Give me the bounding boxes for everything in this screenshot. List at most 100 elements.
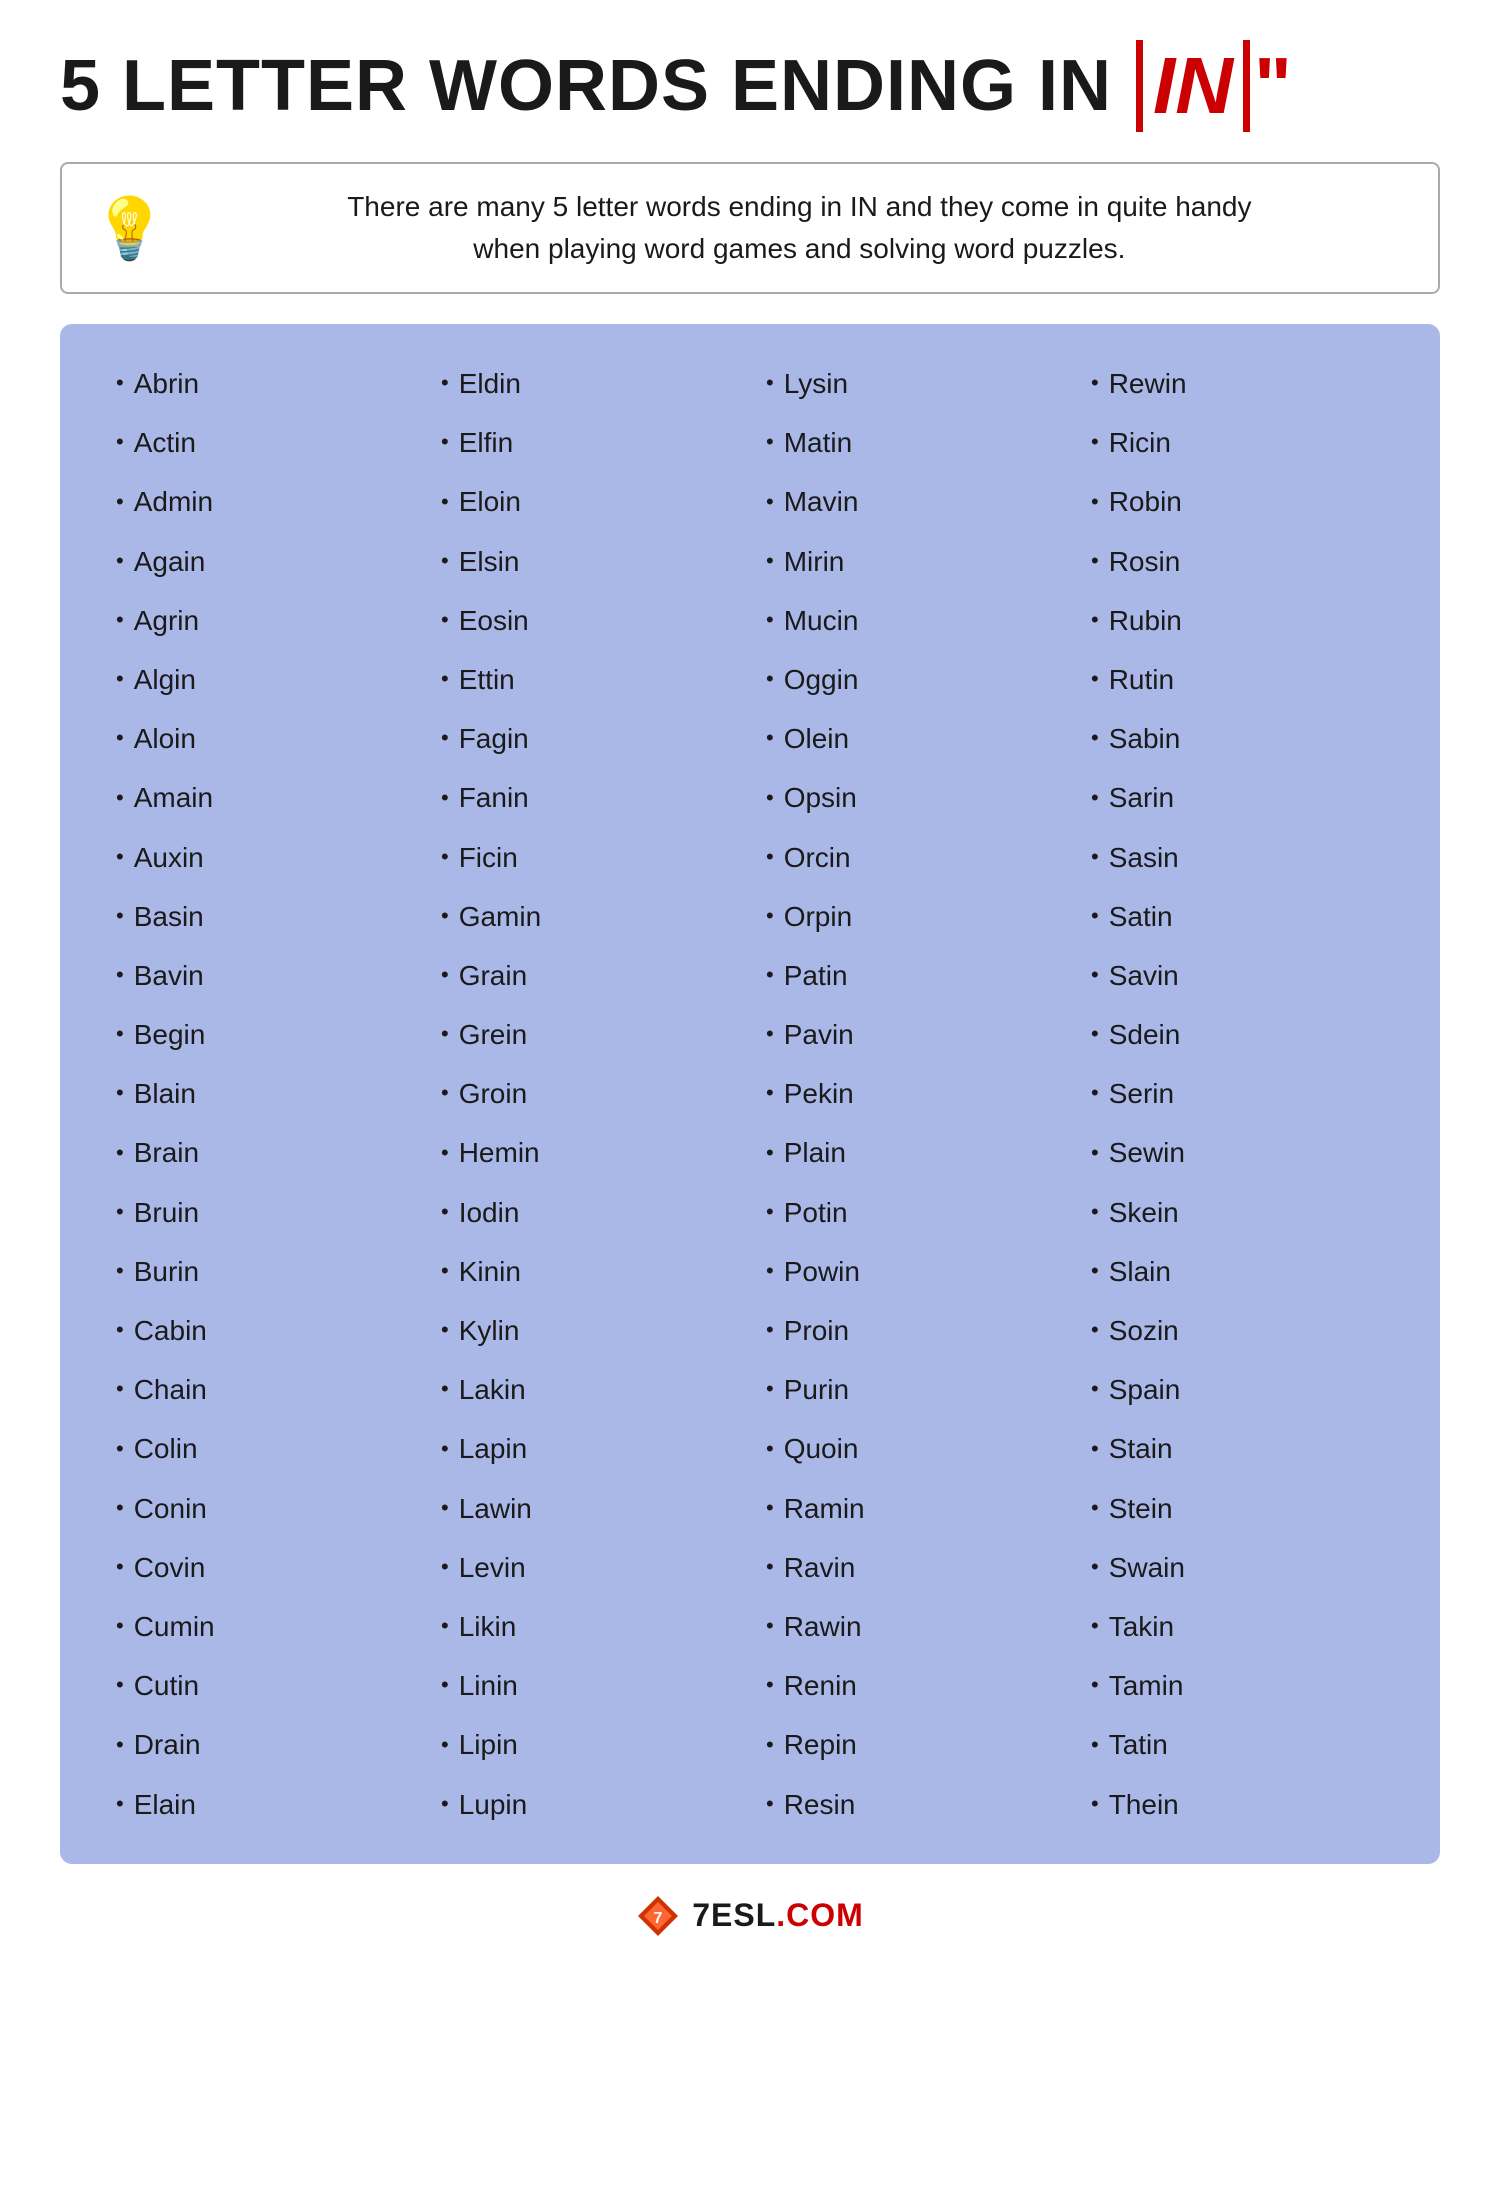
list-item: •Kylin — [425, 1301, 750, 1360]
bullet-icon: • — [441, 1789, 449, 1820]
word-text: Bruin — [134, 1193, 199, 1232]
word-text: Slain — [1109, 1252, 1171, 1291]
word-text: Chain — [134, 1370, 207, 1409]
word-text: Admin — [134, 482, 213, 521]
bullet-icon: • — [766, 1670, 774, 1701]
bullet-icon: • — [766, 427, 774, 458]
word-list-container: •Abrin•Actin•Admin•Again•Agrin•Algin•Alo… — [60, 324, 1440, 1864]
list-item: •Slain — [1075, 1242, 1400, 1301]
footer-com: .COM — [776, 1897, 864, 1933]
list-item: • Abrin — [100, 354, 425, 413]
bullet-icon: • — [441, 1019, 449, 1050]
word-text: Kylin — [459, 1311, 520, 1350]
list-item: •Rewin — [1075, 354, 1400, 413]
word-text: Stein — [1109, 1489, 1173, 1528]
list-item: •Potin — [750, 1183, 1075, 1242]
list-item: •Mucin — [750, 591, 1075, 650]
word-text: Elfin — [459, 423, 513, 462]
word-text: Lawin — [459, 1489, 532, 1528]
word-text: Sarin — [1109, 778, 1174, 817]
list-item: •Ricin — [1075, 413, 1400, 472]
word-text: Fanin — [459, 778, 529, 817]
word-text: Stain — [1109, 1429, 1173, 1468]
list-item: •Sasin — [1075, 828, 1400, 887]
list-item: •Iodin — [425, 1183, 750, 1242]
list-item: •Rubin — [1075, 591, 1400, 650]
list-item: •Actin — [100, 413, 425, 472]
word-text: Tamin — [1109, 1666, 1184, 1705]
list-item: •Stein — [1075, 1479, 1400, 1538]
bullet-icon: • — [441, 1611, 449, 1642]
list-item: •Conin — [100, 1479, 425, 1538]
bullet-icon: • — [1091, 427, 1099, 458]
bullet-icon: • — [441, 1493, 449, 1524]
bullet-icon: • — [116, 1552, 124, 1583]
bullet-icon: • — [116, 1256, 124, 1287]
list-item: •Purin — [750, 1360, 1075, 1419]
word-text: Resin — [784, 1785, 856, 1824]
word-text: Sewin — [1109, 1133, 1185, 1172]
word-text: Rosin — [1109, 542, 1181, 581]
bullet-icon: • — [116, 1730, 124, 1761]
word-text: Rutin — [1109, 660, 1174, 699]
bullet-icon: • — [441, 487, 449, 518]
word-text: Amain — [134, 778, 213, 817]
bullet-icon: • — [1091, 1789, 1099, 1820]
word-text: Grain — [459, 956, 527, 995]
word-text: Aloin — [134, 719, 196, 758]
word-text: Savin — [1109, 956, 1179, 995]
bullet-icon: • — [116, 1374, 124, 1405]
title-area: 5 LETTER WORDS ENDING IN IN " — [60, 40, 1440, 132]
word-text: Abrin — [134, 364, 199, 403]
bullet-icon: • — [116, 487, 124, 518]
list-item: •Orcin — [750, 828, 1075, 887]
bullet-icon: • — [766, 1493, 774, 1524]
word-text: Orcin — [784, 838, 851, 877]
footer-label: 7ESL — [692, 1897, 776, 1933]
list-item: •Burin — [100, 1242, 425, 1301]
list-item: •Hemin — [425, 1123, 750, 1182]
word-text: Auxin — [134, 838, 204, 877]
list-item: •Auxin — [100, 828, 425, 887]
word-text: Sabin — [1109, 719, 1181, 758]
bullet-icon: • — [116, 1670, 124, 1701]
bullet-icon: • — [116, 1078, 124, 1109]
list-item: •Groin — [425, 1064, 750, 1123]
word-text: Tatin — [1109, 1725, 1168, 1764]
bullet-icon: • — [766, 546, 774, 577]
bullet-icon: • — [116, 605, 124, 636]
bullet-icon: • — [116, 1315, 124, 1346]
list-item: •Lipin — [425, 1715, 750, 1774]
word-text: Colin — [134, 1429, 198, 1468]
word-text: Rubin — [1109, 601, 1182, 640]
bullet-icon: • — [116, 960, 124, 991]
list-item: • Mirin — [750, 532, 1075, 591]
bullet-icon: • — [441, 723, 449, 754]
word-text: Levin — [459, 1548, 526, 1587]
word-text: Pavin — [784, 1015, 854, 1054]
list-item: •Ravin — [750, 1538, 1075, 1597]
word-text: Elain — [134, 1785, 196, 1824]
list-item: •Elfin — [425, 413, 750, 472]
word-text: Skein — [1109, 1193, 1179, 1232]
list-item: • Drain — [100, 1715, 425, 1774]
list-item: •Oggin — [750, 650, 1075, 709]
word-text: Bavin — [134, 956, 204, 995]
bullet-icon: • — [766, 1434, 774, 1465]
bullet-icon: • — [441, 783, 449, 814]
word-text: Swain — [1109, 1548, 1185, 1587]
word-text: Mirin — [784, 542, 845, 581]
word-text: Drain — [134, 1725, 201, 1764]
bullet-icon: • — [441, 1197, 449, 1228]
bullet-icon: • — [441, 546, 449, 577]
bullet-icon: • — [116, 783, 124, 814]
list-item: •Eloin — [425, 472, 750, 531]
bullet-icon: • — [1091, 1138, 1099, 1169]
bullet-icon: • — [441, 1552, 449, 1583]
bullet-icon: • — [116, 368, 124, 399]
word-text: Lupin — [459, 1785, 528, 1824]
bullet-icon: • — [116, 1019, 124, 1050]
list-item: •Grain — [425, 946, 750, 1005]
word-text: Rawin — [784, 1607, 862, 1646]
list-item: •Serin — [1075, 1064, 1400, 1123]
